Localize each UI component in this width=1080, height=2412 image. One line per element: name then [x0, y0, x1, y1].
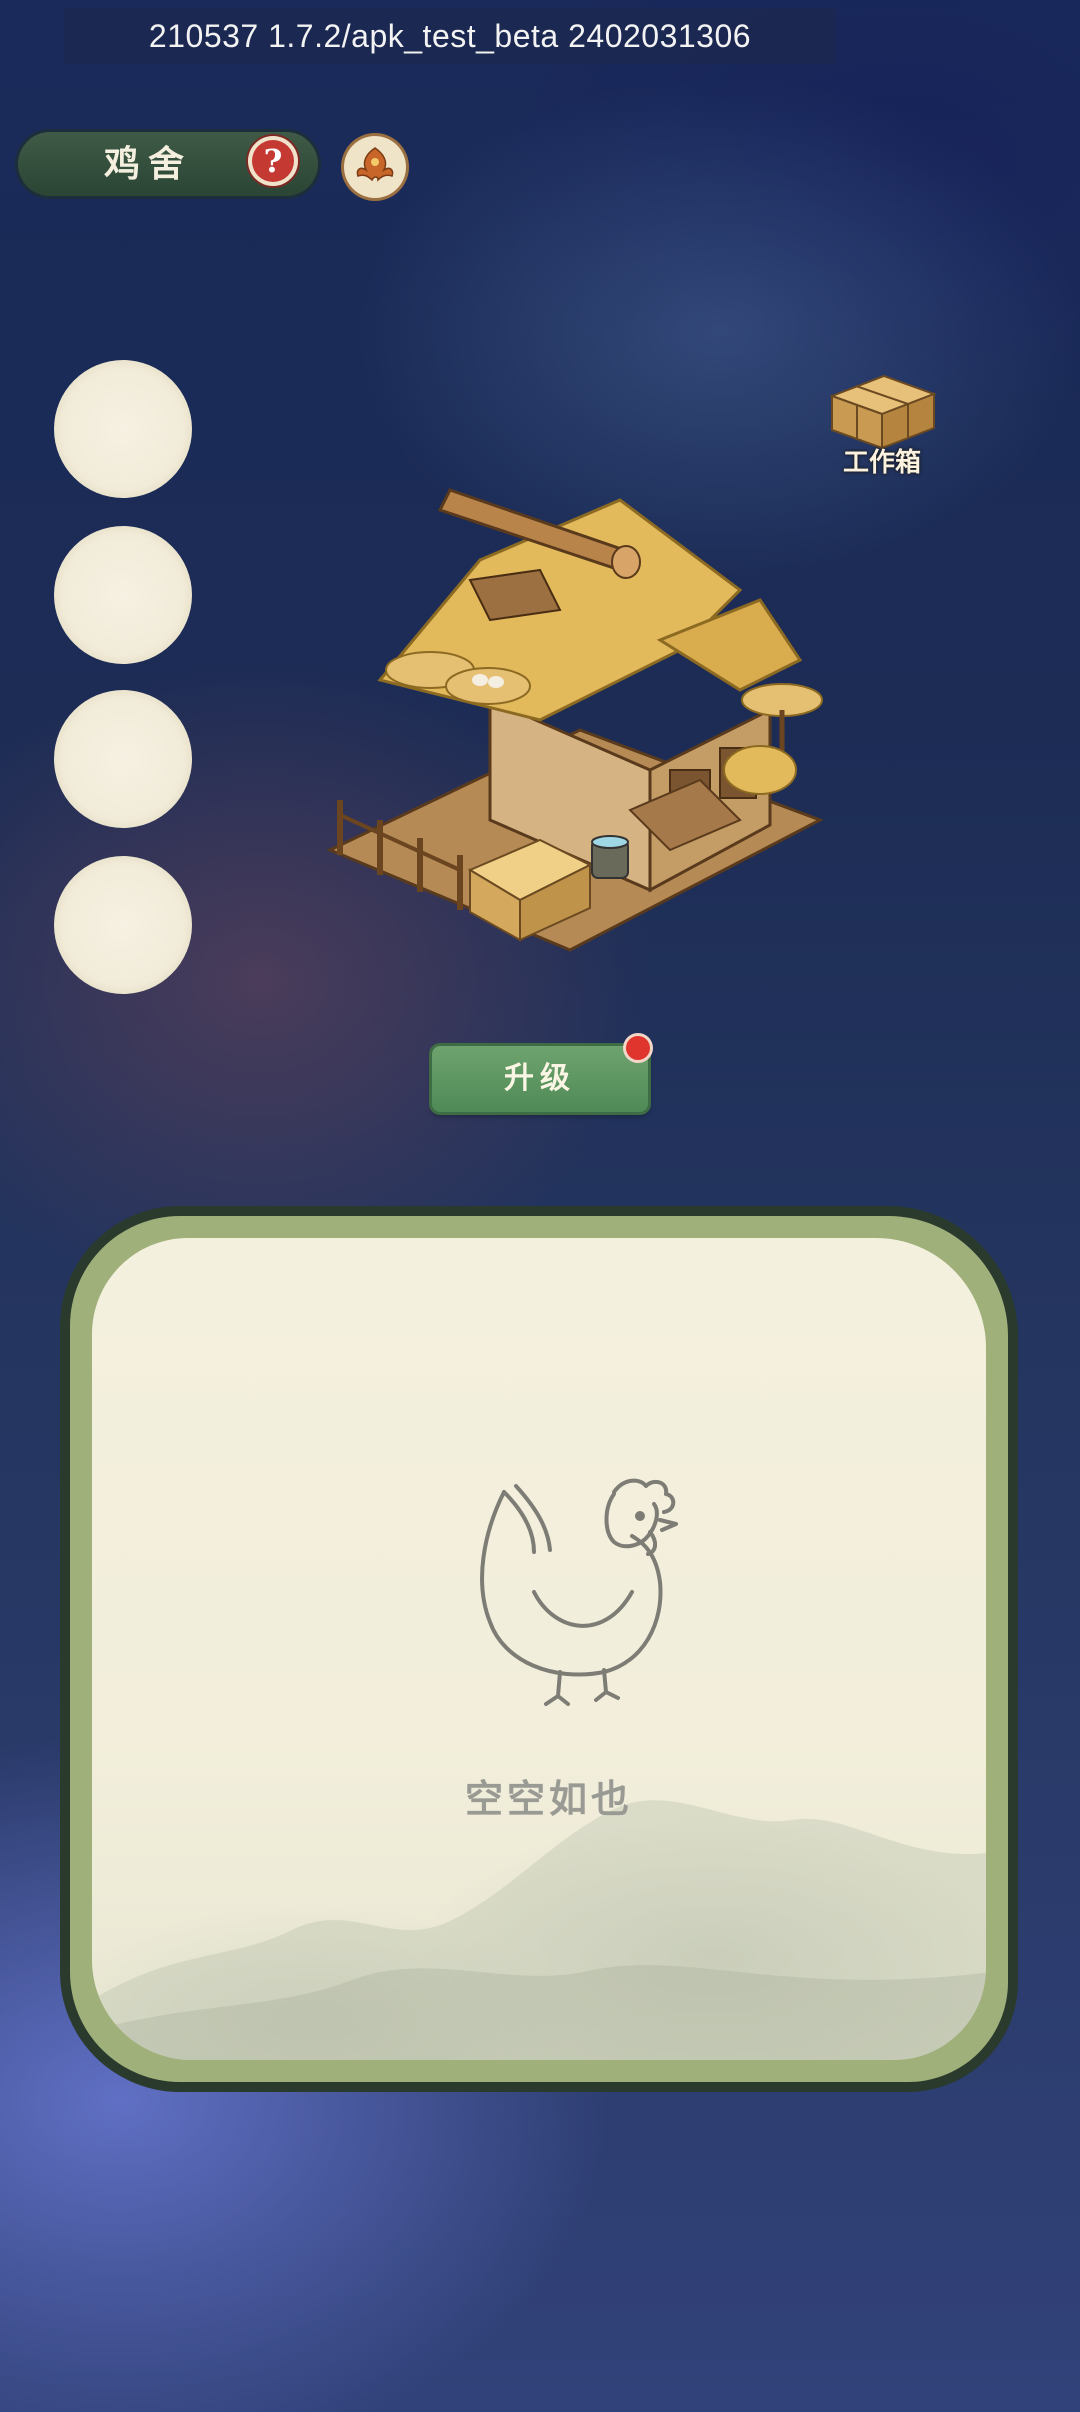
workbox-label: 工作箱 [842, 448, 921, 478]
slot-2[interactable] [54, 526, 192, 664]
help-glyph: ? [263, 142, 283, 180]
slot-4[interactable] [54, 856, 192, 994]
page-title: 鸡舍 [103, 143, 192, 185]
mountain-background [92, 1800, 986, 2060]
coop-illustration [326, 488, 824, 952]
phoenix-emblem-icon [356, 147, 394, 182]
slot-3[interactable] [54, 690, 192, 828]
upgrade-button[interactable]: 升级 [432, 1046, 648, 1112]
help-icon[interactable]: ? [248, 136, 298, 186]
slot-1[interactable] [54, 360, 192, 498]
panel-paper: 空空如也 [92, 1238, 986, 2060]
coop-contents-panel: 空空如也 [60, 1206, 1018, 2092]
notification-dot [626, 1036, 650, 1060]
chicken-coop-building[interactable] [320, 470, 840, 970]
workbox-button[interactable]: 工作箱 [822, 372, 942, 482]
empty-state-text: 空空如也 [464, 1776, 633, 1821]
version-info-bar: 210537 1.7.2/apk_test_beta 2402031306 [64, 8, 836, 64]
chicken-icon [480, 1478, 678, 1706]
crate-icon [829, 374, 937, 450]
phoenix-icon[interactable] [344, 136, 406, 198]
panel-border: 空空如也 [70, 1216, 1008, 2082]
